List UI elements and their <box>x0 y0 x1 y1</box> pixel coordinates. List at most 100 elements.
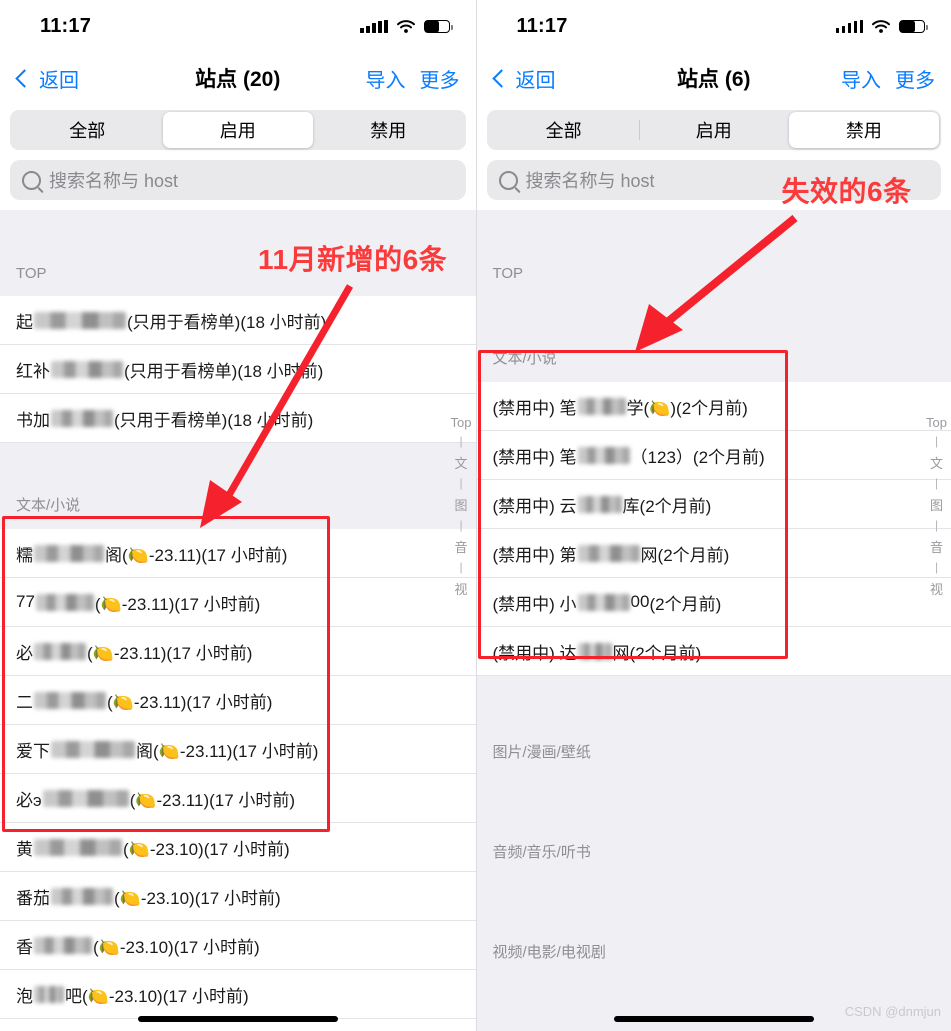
side-index-item[interactable]: 图 <box>455 495 468 514</box>
redacted-text <box>35 593 94 611</box>
list-item[interactable]: (禁用中) 第 网 (2个月前) <box>476 529 951 578</box>
list-item[interactable]: 77 (🍋-23.11)(17 小时前) <box>0 578 476 627</box>
more-button[interactable]: 更多 <box>420 64 460 93</box>
section-header-text-novel: 文本/小说 <box>476 296 951 382</box>
row-prefix: 必 <box>16 643 33 663</box>
status-clock: 11:17 <box>516 14 568 37</box>
segment-disabled[interactable]: 禁用 <box>313 112 464 148</box>
row-prefix: 77 <box>16 592 35 611</box>
row-mid: 网 <box>612 643 630 663</box>
row-suffix: （123）(2个月前) <box>630 447 765 467</box>
segment-enabled[interactable]: 启用 <box>638 112 789 148</box>
list-item[interactable]: 黄 (🍋-23.10)(17 小时前) <box>0 823 476 872</box>
nav-actions: 导入 更多 <box>366 64 460 93</box>
row-prefix: 番茄 <box>16 888 50 908</box>
side-index-item[interactable]: 音 <box>455 537 468 556</box>
segment-disabled[interactable]: 禁用 <box>788 112 940 148</box>
status-clock: 11:17 <box>40 14 92 37</box>
redacted-text <box>577 446 630 464</box>
row-prefix: (禁用中) 笔 <box>492 398 577 418</box>
annotation-label-invalid: 失效的6条 <box>781 176 912 207</box>
list-item[interactable]: 糯 阁 (🍋-23.11)(17 小时前) <box>0 529 476 578</box>
segment-all[interactable]: 全部 <box>12 112 163 148</box>
side-index-item[interactable]: Top <box>926 415 947 430</box>
list-item[interactable]: (禁用中) 笔 学 (🍋)(2个月前) <box>476 382 951 431</box>
section-header-audio: 音频/音乐/听书 <box>476 776 951 876</box>
row-prefix: (禁用中) 小 <box>492 594 577 614</box>
redacted-text <box>42 789 129 807</box>
filter-segmented-control-wrap: 全部 启用 禁用 <box>0 104 476 160</box>
redacted-text <box>34 642 86 660</box>
row-prefix: 泡 <box>16 986 33 1006</box>
row-suffix: (🍋-23.11)(17 小时前) <box>122 545 288 565</box>
search-placeholder: 搜索名称与 host <box>525 171 655 191</box>
row-mid: 学 <box>626 398 644 418</box>
search-icon <box>22 170 41 190</box>
list-item[interactable]: 番茄 (🍋-23.10)(17 小时前) <box>0 872 476 921</box>
filter-segmented-control-wrap: 全部 启用 禁用 <box>477 104 951 160</box>
redacted-text <box>34 544 104 562</box>
side-index-sep: | <box>459 518 463 532</box>
redacted-text <box>34 311 126 329</box>
row-prefix: 黄 <box>16 839 33 859</box>
row-mid: 阁 <box>136 741 153 761</box>
redacted-text <box>577 642 612 660</box>
list-item[interactable]: 必 (🍋-23.11)(17 小时前) <box>0 627 476 676</box>
back-button-label: 返回 <box>515 69 556 92</box>
list-item[interactable]: (禁用中) 云 库 (2个月前) <box>476 480 951 529</box>
watermark: CSDN @dnmjun <box>844 1004 941 1019</box>
back-button[interactable]: 返回 <box>15 64 79 93</box>
row-suffix: (🍋-23.11)(17 小时前) <box>107 692 273 712</box>
list-item[interactable]: 必э (🍋-23.11)(17 小时前) <box>0 774 476 823</box>
side-index-item[interactable]: 文 <box>930 453 943 472</box>
screenshot-root: 11:17 返回 站点 (20) 导入 更多 全部 启用 禁用 搜索名称与 ho… <box>0 0 951 1031</box>
row-mid: 网 <box>640 545 658 565</box>
redacted-text <box>34 936 92 954</box>
redacted-text <box>577 544 640 562</box>
segment-enabled[interactable]: 启用 <box>162 112 313 148</box>
import-button[interactable]: 导入 <box>366 64 406 93</box>
more-button[interactable]: 更多 <box>895 64 935 93</box>
side-index-item[interactable]: 视 <box>455 579 468 598</box>
import-button[interactable]: 导入 <box>841 64 881 93</box>
row-prefix: 二 <box>16 692 33 712</box>
side-index-item[interactable]: Top <box>451 415 472 430</box>
side-index[interactable]: Top | 文 | 图 | 音 | 视 <box>926 415 947 598</box>
section-header-top: TOP <box>476 210 951 296</box>
list-item[interactable]: (禁用中) 小 00 (2个月前) <box>476 578 951 627</box>
list-item[interactable]: 书加 (只用于看榜单)(18 小时前) <box>0 394 476 443</box>
battery-icon <box>899 19 928 33</box>
back-button[interactable]: 返回 <box>491 64 556 93</box>
side-index-item[interactable]: 音 <box>930 537 943 556</box>
side-index-item[interactable]: 图 <box>930 495 943 514</box>
list-item[interactable]: 爱下 阁 (🍋-23.11)(17 小时前) <box>0 725 476 774</box>
row-suffix: (只用于看榜单)(18 小时前) <box>124 361 324 381</box>
row-suffix: (🍋-23.11)(17 小时前) <box>87 643 253 663</box>
row-suffix: (2个月前) <box>639 496 712 516</box>
site-list[interactable]: TOP 起 (只用于看榜单)(18 小时前) 红补 (只用于看榜单)(18 小时… <box>0 210 476 1019</box>
search-wrap: 搜索名称与 host <box>0 160 476 210</box>
section-header-text-novel: 文本/小说 <box>0 443 476 529</box>
side-index[interactable]: Top | 文 | 图 | 音 | 视 <box>451 415 472 598</box>
row-prefix: (禁用中) 达 <box>492 643 577 663</box>
row-mid: 阁 <box>105 545 122 565</box>
redacted-text <box>34 985 64 1003</box>
battery-icon <box>423 19 453 33</box>
list-item[interactable]: (禁用中) 笔 （123）(2个月前) <box>476 431 951 480</box>
site-list[interactable]: TOP 文本/小说 (禁用中) 笔 学 (🍋)(2个月前) (禁用中) 笔 （123… <box>476 210 951 1031</box>
status-bar: 11:17 <box>0 0 476 52</box>
list-item[interactable]: 红补 (只用于看榜单)(18 小时前) <box>0 345 476 394</box>
search-field[interactable]: 搜索名称与 host <box>10 160 466 200</box>
list-item[interactable]: 二 (🍋-23.11)(17 小时前) <box>0 676 476 725</box>
row-mid: 00 <box>630 592 650 611</box>
side-index-item[interactable]: 视 <box>930 579 943 598</box>
row-mid: 库 <box>622 496 640 516</box>
row-suffix: (🍋-23.10)(17 小时前) <box>93 937 260 957</box>
list-item[interactable]: 起 (只用于看榜单)(18 小时前) <box>0 296 476 345</box>
segment-all[interactable]: 全部 <box>489 112 639 148</box>
row-suffix: (🍋-23.10)(17 小时前) <box>82 986 249 1006</box>
side-index-item[interactable]: 文 <box>455 453 468 472</box>
list-item[interactable]: 香 (🍋-23.10)(17 小时前) <box>0 921 476 970</box>
list-item[interactable]: 泡 吧 (🍋-23.10)(17 小时前) <box>0 970 476 1019</box>
list-item[interactable]: (禁用中) 达 网 (2个月前) <box>476 627 951 676</box>
